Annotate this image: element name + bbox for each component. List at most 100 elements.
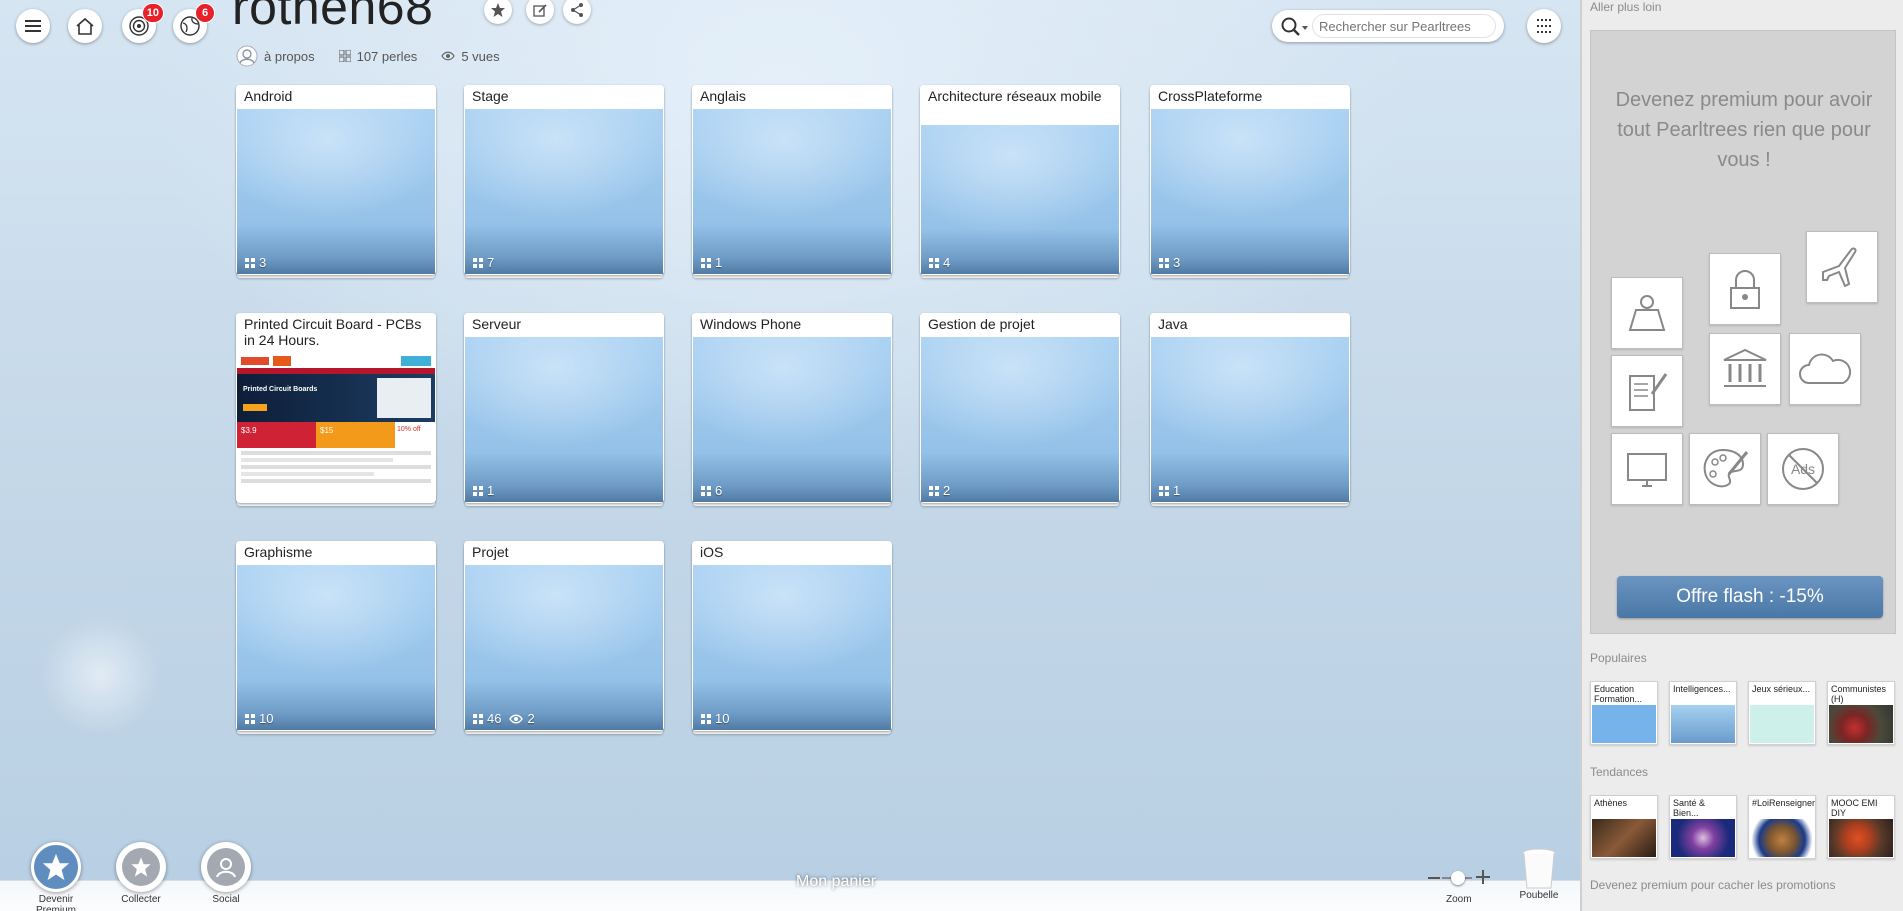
tree-card-gestion-de-projet[interactable]: Gestion de projet 2: [920, 313, 1120, 503]
card-title: Architecture réseaux mobile: [920, 85, 1120, 125]
popular-item[interactable]: Education Formation...: [1590, 681, 1658, 745]
favorite-button[interactable]: [484, 0, 512, 24]
notebook-icon: [1629, 373, 1668, 411]
social-bottom-button[interactable]: Social: [196, 842, 256, 905]
tree-card-ios[interactable]: iOS 10: [692, 541, 892, 731]
popular-label: Populaires: [1590, 651, 1647, 665]
card-count-value: 10: [259, 711, 274, 726]
weight-tile: [1611, 277, 1683, 349]
become-premium-button[interactable]: Devenir Premium: [18, 842, 94, 911]
pearls-icon: [245, 257, 255, 268]
tree-card-graphisme[interactable]: Graphisme 10: [236, 541, 436, 731]
tree-card-android[interactable]: Android 3: [236, 85, 436, 275]
plane-tile: [1806, 231, 1878, 303]
card-count: 3: [1159, 255, 1180, 270]
trash-button[interactable]: Poubelle: [1514, 848, 1564, 901]
trash-icon: [1522, 848, 1556, 889]
popular-item-preview: [1750, 705, 1814, 743]
pearls-icon: [473, 485, 483, 496]
collect-button[interactable]: Collecter: [111, 842, 171, 905]
card-count: 1: [701, 255, 722, 270]
tree-card-crossplateforme[interactable]: CrossPlateforme 3: [1150, 85, 1350, 275]
page-title: rothen68: [232, 0, 434, 35]
card-preview: 1: [1151, 337, 1349, 502]
popular-item-title: Communistes (H): [1831, 684, 1887, 704]
card-preview: 1: [693, 109, 891, 274]
trending-item-title: MOOC EMI DIY: [1831, 798, 1878, 818]
social-button[interactable]: 6: [173, 3, 215, 43]
tree-card-anglais[interactable]: Anglais 1: [692, 85, 892, 275]
trending-item[interactable]: #LoiRenseignement: [1748, 795, 1816, 859]
pearl-card-pcb[interactable]: Printed Circuit Board - PCBs in 24 Hours…: [236, 313, 436, 503]
about-link[interactable]: à propos: [236, 45, 315, 67]
popular-item[interactable]: Jeux sérieux...: [1748, 681, 1816, 745]
card-preview: 1: [465, 337, 663, 502]
card-preview: 10: [237, 565, 435, 730]
basket-label[interactable]: Mon panier: [796, 873, 876, 891]
card-title: Serveur: [464, 313, 664, 336]
cloud-icon: [1799, 353, 1852, 384]
eye-icon: [509, 714, 524, 723]
about-label: à propos: [264, 48, 315, 64]
trending-item[interactable]: Athènes: [1590, 795, 1658, 859]
menu-button[interactable]: [16, 9, 50, 43]
card-title: Java: [1150, 313, 1350, 336]
pearls-icon: [929, 485, 939, 496]
tree-card-java[interactable]: Java 1: [1150, 313, 1350, 503]
card-count: 4: [929, 255, 950, 270]
zoom-out-button[interactable]: [1428, 877, 1440, 879]
popular-item[interactable]: Communistes (H): [1827, 681, 1895, 745]
flash-offer-button[interactable]: Offre flash : -15%: [1617, 576, 1883, 618]
card-count-value: 4: [943, 255, 951, 270]
premium-star-icon: [42, 853, 70, 881]
eye-icon: [441, 51, 456, 61]
popular-item-preview: [1592, 705, 1656, 743]
airplane-icon: [1822, 247, 1857, 288]
share-button[interactable]: [563, 0, 591, 24]
tree-meta: à propos 107 perles 5 vues: [236, 45, 500, 67]
card-count: 2: [929, 483, 950, 498]
hide-promos-link[interactable]: Devenez premium pour cacher les promotio…: [1590, 878, 1835, 892]
no-ads-icon: Ads: [1782, 448, 1824, 490]
notifications-button[interactable]: 10: [122, 3, 164, 43]
trending-item[interactable]: Santé & Bien...: [1669, 795, 1737, 859]
social-badge: 6: [195, 3, 215, 23]
search-bar[interactable]: [1272, 10, 1504, 42]
home-button[interactable]: [68, 9, 102, 43]
monitor-tile: [1611, 433, 1683, 505]
card-title: Projet: [464, 541, 664, 564]
zoom-control: Zoom: [1428, 868, 1492, 908]
lock-tile: [1709, 253, 1781, 325]
monitor-icon: [1627, 453, 1667, 487]
pearls-icon: [701, 713, 711, 724]
museum-tile: [1709, 333, 1781, 405]
tree-card-windows-phone[interactable]: Windows Phone 6: [692, 313, 892, 503]
premium-promo[interactable]: Devenez premium pour avoir tout Pearltre…: [1590, 30, 1896, 634]
lock-icon: [1730, 270, 1760, 309]
tree-card-projet[interactable]: Projet 46 2: [464, 541, 664, 731]
pcb-price-1: $3.9: [237, 422, 316, 448]
zoom-slider-knob[interactable]: [1451, 871, 1465, 885]
tree-card-serveur[interactable]: Serveur 1: [464, 313, 664, 503]
card-count-value: 3: [259, 255, 267, 270]
tree-card-architecture-reseaux-mobile[interactable]: Architecture réseaux mobile 4: [920, 85, 1120, 275]
trending-item-title: #LoiRenseignement: [1752, 798, 1815, 808]
card-title: CrossPlateforme: [1150, 85, 1350, 108]
apps-button[interactable]: [1527, 9, 1561, 43]
star-icon: [131, 857, 151, 877]
popular-item[interactable]: Intelligences...: [1669, 681, 1737, 745]
zoom-in-button[interactable]: [1476, 870, 1490, 884]
card-count-value: 46: [487, 711, 502, 726]
popular-item-title: Education Formation...: [1594, 684, 1643, 704]
edit-button[interactable]: [526, 0, 554, 24]
card-count-value: 6: [715, 483, 723, 498]
card-preview: 2: [921, 337, 1119, 502]
trending-item[interactable]: MOOC EMI DIY: [1827, 795, 1895, 859]
search-icon[interactable]: [1280, 16, 1308, 36]
card-count-value: 1: [1173, 483, 1181, 498]
card-preview: 46 2: [465, 565, 663, 730]
no-ads-tile: Ads: [1767, 433, 1839, 505]
tree-card-stage[interactable]: Stage 7: [464, 85, 664, 275]
search-input[interactable]: [1312, 14, 1496, 38]
svg-text:Ads: Ads: [1791, 461, 1815, 477]
